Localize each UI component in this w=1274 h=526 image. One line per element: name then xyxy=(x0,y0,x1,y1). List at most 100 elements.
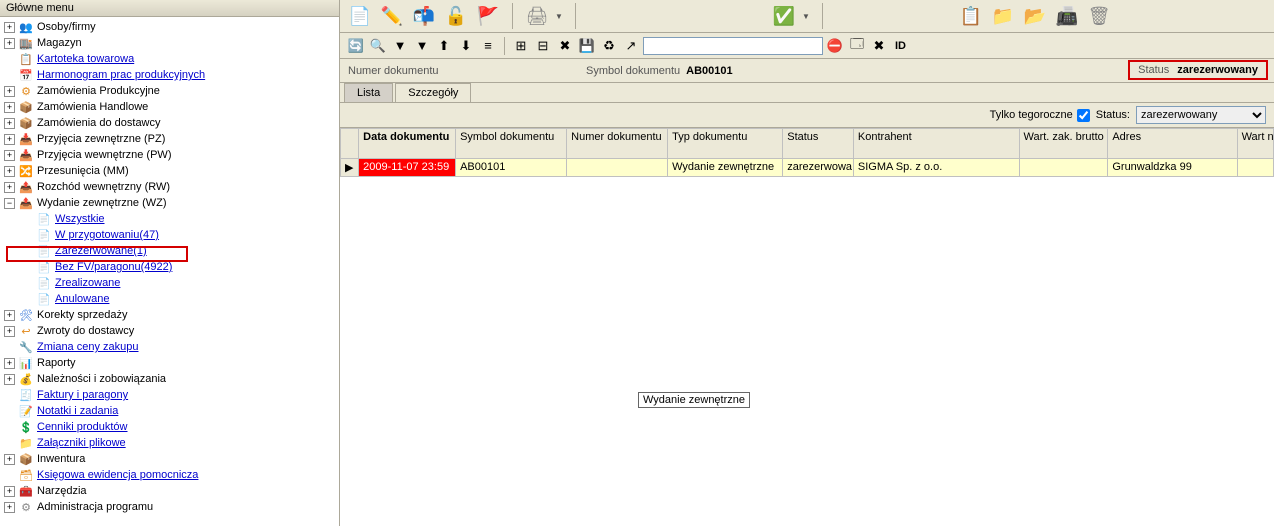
cell-symbol[interactable]: AB00101 xyxy=(456,159,567,177)
edit-button[interactable]: ✏️ xyxy=(378,2,406,30)
grid1-icon[interactable]: ⊞ xyxy=(511,36,531,56)
expand-icon[interactable]: + xyxy=(4,358,15,369)
tree-label[interactable]: Korekty sprzedaży xyxy=(37,309,339,321)
cell-mark[interactable]: ▶ xyxy=(341,159,359,177)
sort-desc-icon[interactable]: ⬇ xyxy=(456,36,476,56)
tree-item[interactable]: +⚙Administracja programu xyxy=(0,499,339,515)
column-header[interactable]: Typ dokumentu xyxy=(668,129,783,159)
sort-asc-icon[interactable]: ⬆ xyxy=(434,36,454,56)
expand-icon[interactable]: + xyxy=(4,182,15,193)
bluewin-icon[interactable]: 🗔 xyxy=(847,36,867,56)
cell-adres[interactable]: Grunwaldzka 99 xyxy=(1108,159,1237,177)
open-button[interactable]: 📬 xyxy=(410,2,438,30)
expand-icon[interactable]: + xyxy=(4,150,15,161)
grid2-icon[interactable]: ⊟ xyxy=(533,36,553,56)
tree-label[interactable]: Rozchód wewnętrzny (RW) xyxy=(37,181,339,193)
expand-icon[interactable]: + xyxy=(4,118,15,129)
refresh-icon[interactable]: 🔄 xyxy=(346,36,366,56)
cell-data[interactable]: 2009-11-07 23:59 xyxy=(359,159,456,177)
tree-item[interactable]: 📝Notatki i zadania xyxy=(0,403,339,419)
tree-label[interactable]: Raporty xyxy=(37,357,339,369)
cell-wart[interactable] xyxy=(1019,159,1108,177)
column-header[interactable]: Adres xyxy=(1108,129,1237,159)
column-header[interactable]: Symbol dokumentu xyxy=(456,129,567,159)
tree-item[interactable]: +📦Inwentura xyxy=(0,451,339,467)
column-header[interactable] xyxy=(341,129,359,159)
cell-status[interactable]: zarezerwowa xyxy=(783,159,854,177)
column-header[interactable]: Numer dokumentu xyxy=(567,129,668,159)
archive-button[interactable]: 🗑 xyxy=(1085,2,1113,30)
cell-numer[interactable] xyxy=(567,159,668,177)
close-red-icon[interactable]: ✖ xyxy=(555,36,575,56)
tree-label[interactable]: Faktury i paragony xyxy=(37,389,339,401)
flag-button[interactable]: 🚩 xyxy=(474,2,502,30)
tree-label[interactable]: Zarezerwowane(1) xyxy=(55,245,339,257)
open-folder-button[interactable]: 📂 xyxy=(1021,2,1049,30)
tree-label[interactable]: Kartoteka towarowa xyxy=(37,53,339,65)
check-button[interactable]: ✅ xyxy=(770,2,798,30)
column-header[interactable]: Kontrahent xyxy=(853,129,1019,159)
expand-icon[interactable]: + xyxy=(4,166,15,177)
tree-item[interactable]: +🛠Korekty sprzedaży xyxy=(0,307,339,323)
tree-item[interactable]: 🗃Księgowa ewidencja pomocnicza xyxy=(0,467,339,483)
tree-label[interactable]: Przyjęcia zewnętrzne (PZ) xyxy=(37,133,339,145)
tree-label[interactable]: Inwentura xyxy=(37,453,339,465)
expand-icon[interactable]: + xyxy=(4,310,15,321)
tree-label[interactable]: Należności i zobowiązania xyxy=(37,373,339,385)
tree-label[interactable]: Przyjęcia wewnętrzne (PW) xyxy=(37,149,339,161)
tree-label[interactable]: Cenniki produktów xyxy=(37,421,339,433)
tree-label[interactable]: Zamówienia Handlowe xyxy=(37,101,339,113)
delete2-icon[interactable]: ✖ xyxy=(869,36,889,56)
tree-item[interactable]: 🔧Zmiana ceny zakupu xyxy=(0,339,339,355)
tree-label[interactable]: Zamówienia Produkcyjne xyxy=(37,85,339,97)
scan-button[interactable]: 📠 xyxy=(1053,2,1081,30)
tree-item[interactable]: 🧾Faktury i paragony xyxy=(0,387,339,403)
tree-label[interactable]: Administracja programu xyxy=(37,501,339,513)
tree-label[interactable]: Wydanie zewnętrzne (WZ) xyxy=(37,197,339,209)
tree-item[interactable]: 📄Zrealizowane xyxy=(0,275,339,291)
tree-label[interactable]: Przesunięcia (MM) xyxy=(37,165,339,177)
column-header[interactable]: Status xyxy=(783,129,854,159)
table-row[interactable]: ▶2009-11-07 23:59AB00101 Wydanie zewnętrz… xyxy=(341,159,1274,177)
dropdown-arrow-icon[interactable]: ▼ xyxy=(802,12,812,21)
tree-item[interactable]: +💰Należności i zobowiązania xyxy=(0,371,339,387)
tylko-tegoroczne-checkbox[interactable] xyxy=(1077,109,1090,122)
tree-item[interactable]: −📤Wydanie zewnętrzne (WZ) xyxy=(0,195,339,211)
tree-item[interactable]: +📤Rozchód wewnętrzny (RW) xyxy=(0,179,339,195)
tree-label[interactable]: Osoby/firmy xyxy=(37,21,339,33)
tree-item[interactable]: +📥Przyjęcia zewnętrzne (PZ) xyxy=(0,131,339,147)
tree-item[interactable]: 💲Cenniki produktów xyxy=(0,419,339,435)
tree-label[interactable]: W przygotowaniu(47) xyxy=(55,229,339,241)
tree-item[interactable]: +🧰Narzędzia xyxy=(0,483,339,499)
tree-item[interactable]: 📄Anulowane xyxy=(0,291,339,307)
filter2-icon[interactable]: ▼ xyxy=(412,36,432,56)
clipboard-button[interactable]: 📋 xyxy=(957,2,985,30)
tree-label[interactable]: Wszystkie xyxy=(55,213,339,225)
tree-item[interactable]: 📄Bez FV/paragonu(4922) xyxy=(0,259,339,275)
tree-item[interactable]: 📋Kartoteka towarowa xyxy=(0,51,339,67)
tree-item[interactable]: 📅Harmonogram prac produkcyjnych xyxy=(0,67,339,83)
cell-typ[interactable]: Wydanie zewnętrzne xyxy=(668,159,783,177)
tree-item[interactable]: +↩Zwroty do dostawcy xyxy=(0,323,339,339)
redstop-icon[interactable]: ⛔ xyxy=(825,36,845,56)
expand-icon[interactable]: + xyxy=(4,86,15,97)
tree-label[interactable]: Magazyn xyxy=(37,37,339,49)
grid[interactable]: Data dokumentuSymbol dokumentuNumer doku… xyxy=(340,128,1274,526)
find-icon[interactable]: 🔍 xyxy=(368,36,388,56)
column-header[interactable]: Data dokumentu xyxy=(359,129,456,159)
tree-item[interactable]: +📊Raporty xyxy=(0,355,339,371)
new-button[interactable]: 📄 xyxy=(346,2,374,30)
cell-kontrahent[interactable]: SIGMA Sp. z o.o. xyxy=(853,159,1019,177)
tree-label[interactable]: Załączniki plikowe xyxy=(37,437,339,449)
tree-item[interactable]: 📄Zarezerwowane(1) xyxy=(0,243,339,259)
tree-item[interactable]: 📄W przygotowaniu(47) xyxy=(0,227,339,243)
expand-icon[interactable]: + xyxy=(4,374,15,385)
tree[interactable]: +👥Osoby/firmy+🏬Magazyn📋Kartoteka towarow… xyxy=(0,17,339,526)
tree-label[interactable]: Notatki i zadania xyxy=(37,405,339,417)
group-icon[interactable]: ≡ xyxy=(478,36,498,56)
unlock-button[interactable]: 🔓 xyxy=(442,2,470,30)
expand-icon[interactable]: + xyxy=(4,102,15,113)
tree-label[interactable]: Zamówienia do dostawcy xyxy=(37,117,339,129)
tree-item[interactable]: +⚙Zamówienia Produkcyjne xyxy=(0,83,339,99)
popout-icon[interactable]: ↗ xyxy=(621,36,641,56)
